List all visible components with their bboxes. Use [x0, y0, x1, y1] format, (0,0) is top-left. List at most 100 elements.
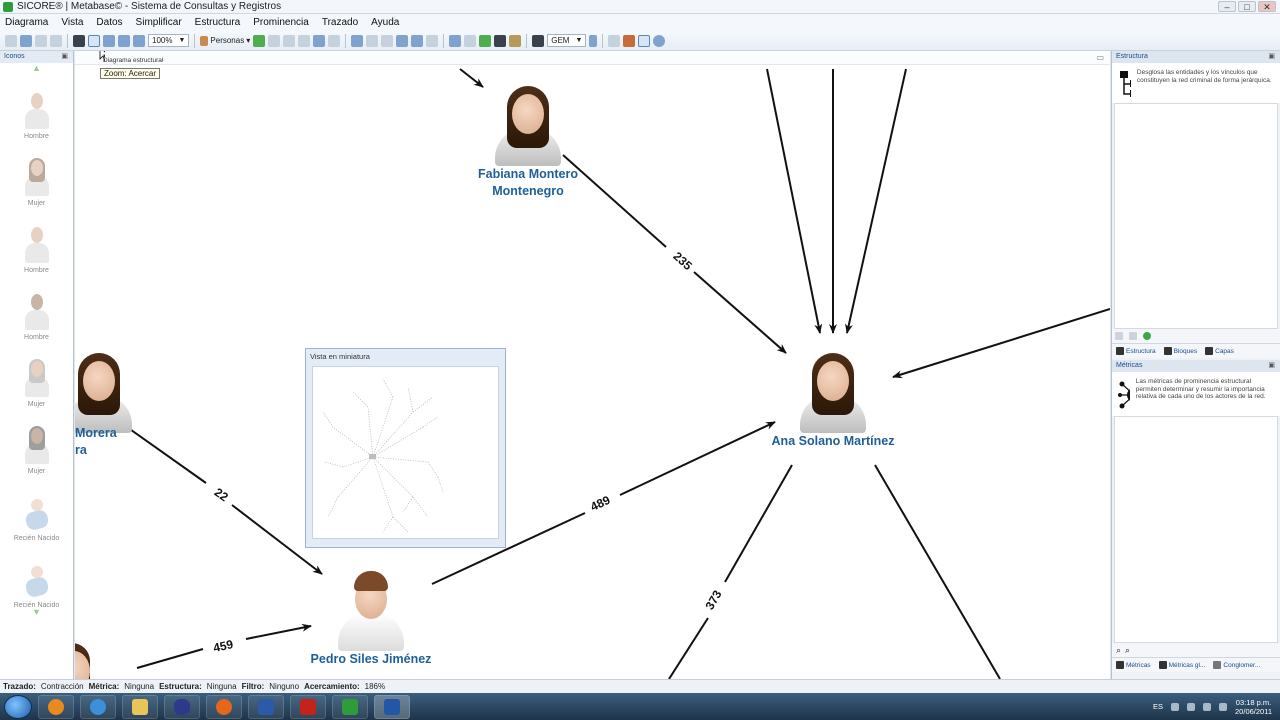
icon-item-mujer[interactable]: Mujer [0, 345, 73, 412]
node-pedro[interactable]: Pedro Siles Jiménez [301, 569, 441, 668]
icon-item-mujer[interactable]: Mujer [0, 144, 73, 211]
minimize-button[interactable]: – [1218, 1, 1236, 12]
edge[interactable] [668, 617, 709, 679]
taskbar-firefox[interactable] [206, 694, 242, 719]
menu-vista[interactable]: Vista [61, 17, 83, 28]
personas-dropdown[interactable]: Personas ▾ [200, 35, 250, 46]
menu-diagrama[interactable]: Diagrama [5, 17, 48, 28]
timeline-icon[interactable] [638, 34, 651, 47]
network-icon[interactable] [1187, 702, 1196, 711]
estructura-content[interactable] [1114, 103, 1278, 329]
layout-select[interactable]: GEM ▼ [547, 34, 587, 47]
icon-item-recien-nacido[interactable]: Recién Nacido [0, 546, 73, 613]
menu-ayuda[interactable]: Ayuda [371, 17, 399, 28]
taskbar-app[interactable] [164, 694, 200, 719]
language-indicator[interactable]: ES [1153, 702, 1163, 711]
new-icon[interactable] [5, 34, 17, 47]
taskbar-media-player[interactable] [38, 694, 74, 719]
layout-icon[interactable] [396, 34, 409, 47]
close-icon[interactable]: ▣ [1268, 360, 1275, 372]
tab-estructura[interactable]: Estructura [1116, 347, 1156, 355]
close-icon[interactable]: ▣ [61, 51, 68, 63]
edge[interactable] [766, 68, 823, 334]
icon-item-recien-nacido[interactable]: Recién Nacido [0, 479, 73, 546]
distribute-icon[interactable] [366, 34, 379, 47]
add-icon[interactable] [253, 34, 266, 47]
help-icon[interactable] [653, 34, 666, 47]
node-ana[interactable]: Ana Solano Martínez [763, 351, 903, 450]
scroll-down-icon[interactable]: ▼ [0, 607, 73, 621]
close-button[interactable]: ✕ [1258, 1, 1276, 12]
zoom-in-icon[interactable]: ⌕ [1125, 645, 1130, 655]
redo-icon[interactable] [328, 34, 341, 47]
pin-icon[interactable] [623, 34, 636, 47]
layers-icon[interactable] [494, 34, 507, 47]
power-icon[interactable] [1203, 702, 1212, 711]
edit-icon[interactable] [268, 34, 281, 47]
tab-conglomerados[interactable]: Conglomer... [1213, 661, 1260, 669]
menu-estructura[interactable]: Estructura [195, 17, 241, 28]
globe-icon[interactable] [449, 34, 462, 47]
taskbar-sicore[interactable] [332, 694, 368, 719]
zoom-in-icon[interactable] [88, 34, 100, 47]
node-partial-left[interactable] [75, 351, 132, 433]
refresh-icon[interactable] [1143, 332, 1151, 340]
edit-icon[interactable] [1115, 332, 1123, 340]
edge[interactable] [693, 271, 787, 354]
delete-icon[interactable] [283, 34, 296, 47]
restore-icon[interactable]: ▭ [1096, 53, 1104, 62]
maximize-button[interactable]: □ [1238, 1, 1256, 12]
zoom-select[interactable]: 100% ▼ [148, 34, 190, 47]
share-icon[interactable] [532, 34, 545, 47]
play-icon[interactable] [589, 34, 598, 47]
diagram-tab-label[interactable]: Diagrama estructural [103, 57, 163, 64]
dots-icon[interactable] [608, 34, 621, 47]
icon-item-hombre[interactable]: Hombre [0, 77, 73, 144]
edge[interactable] [136, 648, 204, 669]
menu-datos[interactable]: Datos [96, 17, 122, 28]
diagram-canvas[interactable]: 235 22 489 373 459 ▭ Diagrama estructura… [75, 51, 1110, 679]
align-icon[interactable] [351, 34, 364, 47]
taskbar-metabase[interactable] [374, 694, 410, 719]
menu-prominencia[interactable]: Prominencia [253, 17, 309, 28]
node-partial-bottom[interactable] [75, 641, 90, 679]
clock[interactable]: 03:18 p.m. 20/06/2011 [1235, 698, 1272, 716]
tray-arrow-icon[interactable] [1171, 702, 1180, 711]
zoom-fit-icon[interactable] [118, 34, 130, 47]
zoom-selection-icon[interactable] [133, 34, 145, 47]
taskbar-internet-explorer[interactable] [80, 694, 116, 719]
volume-icon[interactable] [1219, 702, 1228, 711]
edge[interactable] [892, 308, 1110, 379]
tab-metricas[interactable]: Métricas [1116, 661, 1151, 669]
tab-capas[interactable]: Capas [1205, 347, 1234, 355]
print-icon[interactable] [35, 34, 47, 47]
edge[interactable] [845, 68, 907, 334]
binoculars-icon[interactable] [73, 34, 85, 47]
zoom-out-icon[interactable] [103, 34, 115, 47]
brush-icon[interactable] [509, 34, 522, 47]
close-icon[interactable]: ▣ [1268, 51, 1275, 63]
icon-item-hombre[interactable]: Hombre [0, 211, 73, 278]
export-icon[interactable] [50, 34, 62, 47]
grid-icon[interactable] [381, 34, 394, 47]
link-icon[interactable] [298, 34, 311, 47]
edge[interactable] [724, 464, 793, 583]
edge[interactable] [619, 421, 776, 496]
delete-icon[interactable] [1129, 332, 1137, 340]
metricas-content[interactable] [1114, 416, 1278, 643]
menu-simplificar[interactable]: Simplificar [136, 17, 182, 28]
image-icon[interactable] [479, 34, 492, 47]
edge[interactable] [874, 464, 1001, 679]
tree-icon[interactable] [411, 34, 424, 47]
undo-icon[interactable] [313, 34, 326, 47]
zoom-out-icon[interactable]: ⌕ [1116, 645, 1121, 655]
taskbar-app-2[interactable] [248, 694, 284, 719]
network-icon[interactable] [464, 34, 477, 47]
save-icon[interactable] [20, 34, 32, 47]
taskbar-explorer[interactable] [122, 694, 158, 719]
menu-trazado[interactable]: Trazado [322, 17, 358, 28]
taskbar-acrobat[interactable] [290, 694, 326, 719]
start-button[interactable] [4, 694, 32, 719]
hierarchy-icon[interactable] [426, 34, 439, 47]
miniature-view[interactable]: Vista en miniatura [305, 348, 506, 548]
